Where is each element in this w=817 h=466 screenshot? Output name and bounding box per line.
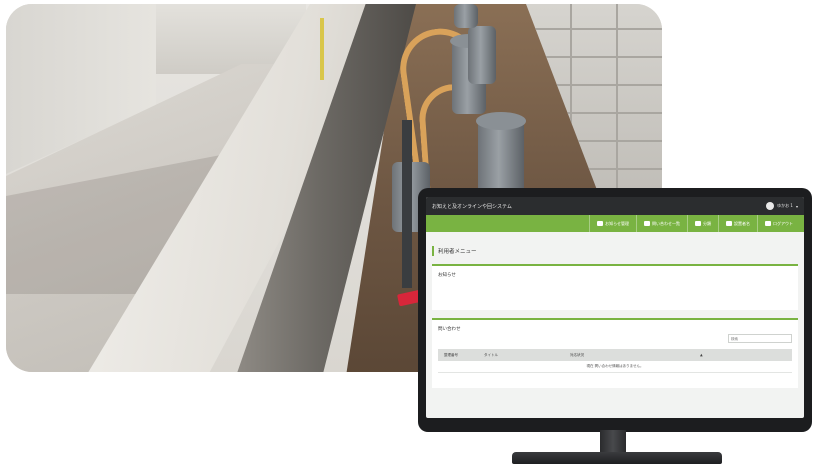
grey-pipe [454, 4, 478, 28]
chevron-down-icon: ▾ [795, 203, 798, 209]
nav-label: ログアウト [773, 220, 793, 226]
top-bar: お知えと及オンラインや回システム ゆかお 1 ▾ [426, 197, 804, 215]
notice-panel: お知らせ [432, 264, 798, 310]
nav-label: 問い合わせ一覧 [652, 220, 680, 226]
nav-item-category[interactable]: 分類 [687, 215, 718, 232]
column-header-id[interactable]: 整理番号 [444, 353, 484, 358]
black-drain-pipe [402, 120, 412, 288]
user-name: ゆかお 1 [777, 203, 793, 208]
nav-item-inquiry-list[interactable]: 問い合わせ一覧 [636, 215, 687, 232]
avatar [766, 202, 775, 210]
user-menu[interactable]: ゆかお 1 ▾ [766, 202, 798, 210]
sort-icon[interactable]: ▲ [700, 353, 710, 357]
monitor-stand [512, 452, 722, 464]
column-header-subject[interactable]: タイトル [484, 353, 570, 358]
column-header-status[interactable]: 対応状況 [570, 353, 700, 358]
nav-label: お知らせ管理 [605, 220, 629, 226]
nav-bar: お知らせ管理 問い合わせ一覧 分類 設置者名 ログアウト [426, 215, 804, 232]
table-header: 整理番号 タイトル 対応状況 ▲ [438, 349, 792, 361]
pipe-cap [476, 112, 526, 130]
screen: お知えと及オンラインや回システム ゆかお 1 ▾ お知らせ管理 問い合わせ一覧 … [426, 197, 804, 418]
inquiry-panel: 問い合わせ 整理番号 タイトル 対応状況 ▲ 現在 問い合わせ情報はありません。 [432, 318, 798, 388]
nav-label: 設置者名 [734, 220, 750, 226]
grey-pipe [468, 26, 496, 84]
inquiry-heading: 問い合わせ [438, 327, 461, 332]
yellow-stake [320, 18, 324, 80]
title-accent-bar [432, 246, 434, 256]
monitor-neck [600, 430, 626, 454]
page-title-row: 利用者メニュー [432, 244, 798, 258]
main-content: 利用者メニュー お知らせ 問い合わせ 整理番号 タイトル 対応状況 ▲ 現在 問… [426, 232, 804, 388]
search-input[interactable] [728, 334, 792, 343]
nav-item-logout[interactable]: ログアウト [757, 215, 800, 232]
mail-icon [644, 221, 650, 226]
people-icon [695, 221, 701, 226]
nav-item-installer[interactable]: 設置者名 [718, 215, 757, 232]
empty-message: 現在 問い合わせ情報はありません。 [586, 364, 644, 368]
nav-item-notice-admin[interactable]: お知らせ管理 [589, 215, 636, 232]
monitor: お知えと及オンラインや回システム ゆかお 1 ▾ お知らせ管理 問い合わせ一覧 … [418, 188, 812, 432]
app-title: お知えと及オンラインや回システム [432, 203, 512, 210]
logout-icon [765, 221, 771, 226]
notice-heading: お知らせ [438, 273, 456, 278]
nav-label: 分類 [703, 220, 711, 226]
search-row [438, 334, 792, 343]
page-title: 利用者メニュー [438, 249, 477, 255]
table-row: 現在 問い合わせ情報はありません。 [438, 361, 792, 373]
people-icon [597, 221, 604, 226]
document-icon [726, 221, 732, 226]
